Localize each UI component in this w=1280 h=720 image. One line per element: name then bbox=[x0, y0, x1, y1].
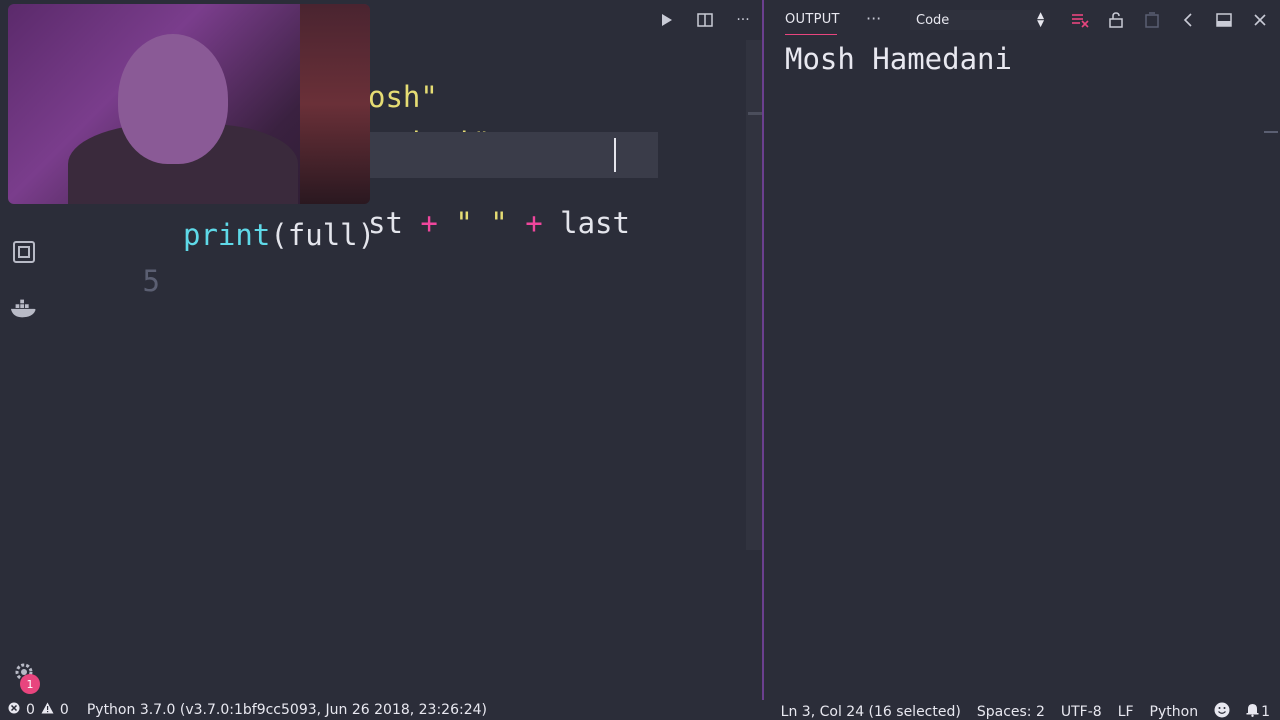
panel-scroll-marker bbox=[1264, 131, 1278, 133]
webcam-overlay bbox=[8, 4, 370, 204]
editor-scrollbar[interactable] bbox=[746, 40, 762, 550]
panel-more-button[interactable]: ··· bbox=[866, 9, 881, 28]
webcam-background bbox=[300, 4, 370, 204]
settings-update-badge: 1 bbox=[20, 674, 40, 694]
cursor-position[interactable]: Ln 3, Col 24 (16 selected) bbox=[781, 704, 961, 720]
output-panel: OUTPUT ··· Code ▲ ▼ Mosh Hamedani bbox=[764, 0, 1280, 700]
warning-icon[interactable] bbox=[41, 702, 54, 718]
clear-output-icon[interactable] bbox=[1070, 10, 1090, 30]
status-right: Ln 3, Col 24 (16 selected) Spaces: 2 UTF… bbox=[781, 702, 1270, 720]
active-tab-indicator bbox=[785, 34, 837, 35]
indentation[interactable]: Spaces: 2 bbox=[977, 704, 1045, 720]
panel-actions bbox=[1070, 10, 1270, 30]
end-of-line[interactable]: LF bbox=[1118, 704, 1134, 720]
file-encoding[interactable]: UTF-8 bbox=[1061, 704, 1102, 720]
more-actions-icon[interactable]: ··· bbox=[734, 11, 752, 29]
error-icon[interactable] bbox=[8, 702, 20, 718]
output-content[interactable]: Mosh Hamedani bbox=[785, 42, 1012, 76]
line-number-5: 5 bbox=[142, 264, 160, 298]
extensions-icon[interactable] bbox=[10, 238, 38, 266]
docker-icon[interactable] bbox=[10, 294, 38, 322]
text-cursor bbox=[614, 138, 616, 172]
split-editor-icon[interactable] bbox=[696, 11, 714, 29]
python-interpreter[interactable]: Python 3.7.0 (v3.7.0:1bf9cc5093, Jun 26 … bbox=[87, 702, 487, 718]
warning-count[interactable]: 0 bbox=[60, 702, 69, 718]
error-count[interactable]: 0 bbox=[26, 702, 35, 718]
open-log-icon[interactable] bbox=[1142, 10, 1162, 30]
panel-header: OUTPUT ··· Code ▲ ▼ bbox=[764, 0, 1280, 40]
lock-scroll-icon[interactable] bbox=[1106, 10, 1126, 30]
scrollbar-thumb[interactable] bbox=[748, 112, 762, 115]
webcam-person-head bbox=[118, 34, 228, 164]
language-mode[interactable]: Python bbox=[1150, 704, 1199, 720]
chevron-left-icon[interactable] bbox=[1178, 10, 1198, 30]
close-panel-icon[interactable] bbox=[1250, 10, 1270, 30]
bell-icon bbox=[1246, 703, 1259, 720]
select-arrows-icon: ▲ ▼ bbox=[1037, 11, 1044, 29]
maximize-panel-icon[interactable] bbox=[1214, 10, 1234, 30]
status-bar: 0 0 Python 3.7.0 (v3.7.0:1bf9cc5093, Jun… bbox=[0, 700, 1280, 720]
output-channel-value: Code bbox=[916, 12, 950, 28]
notifications[interactable]: 1 bbox=[1246, 703, 1270, 720]
notification-count: 1 bbox=[1261, 704, 1270, 720]
app-window: 1 ··· osh" medani" st + " " + last bbox=[0, 0, 1280, 720]
run-icon[interactable] bbox=[658, 11, 676, 29]
status-left: 0 0 Python 3.7.0 (v3.7.0:1bf9cc5093, Jun… bbox=[8, 702, 487, 718]
code-line-5: 5 bbox=[48, 224, 748, 298]
tab-output[interactable]: OUTPUT bbox=[785, 12, 840, 27]
feedback-smiley-icon[interactable] bbox=[1214, 702, 1230, 720]
output-channel-select[interactable]: Code ▲ ▼ bbox=[910, 10, 1050, 30]
editor-toolbar: ··· bbox=[658, 0, 762, 40]
